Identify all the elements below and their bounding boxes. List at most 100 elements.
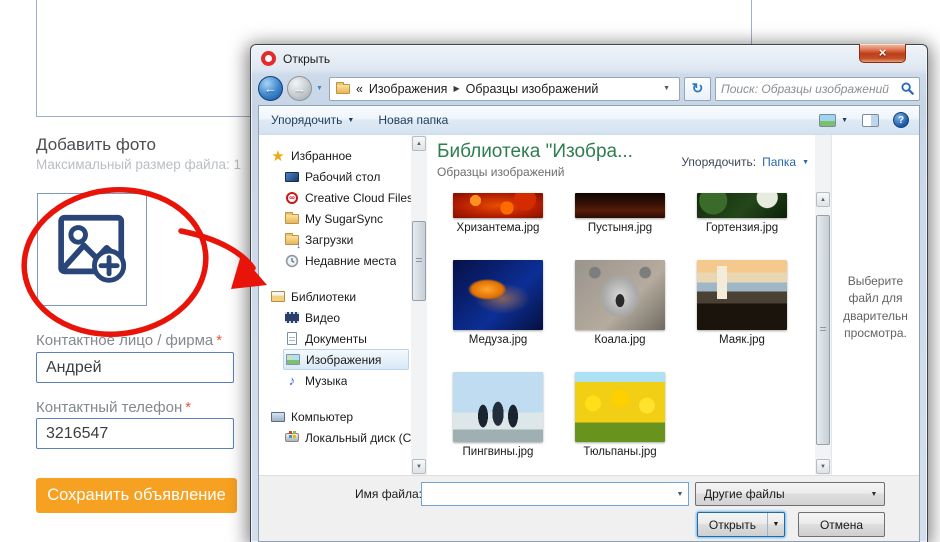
chevron-down-icon: ▼ xyxy=(773,521,780,528)
help-icon: ? xyxy=(898,115,904,126)
file-item[interactable]: Гортензия.jpg xyxy=(681,193,803,234)
filetype-dropdown[interactable]: Другие файлы ▼ xyxy=(695,482,885,506)
scroll-up-icon[interactable]: ▲ xyxy=(412,136,426,151)
filename-combobox[interactable]: ▼ xyxy=(421,482,689,506)
contact-phone-input[interactable] xyxy=(36,418,234,449)
new-folder-button[interactable]: Новая папка xyxy=(378,113,448,127)
cancel-button[interactable]: Отмена xyxy=(798,512,885,537)
chevron-down-icon: ▼ xyxy=(802,159,809,166)
sidebar-group-libraries[interactable]: Библиотеки xyxy=(269,286,411,307)
pictures-icon xyxy=(285,352,301,368)
downloads-icon: ↓ xyxy=(284,232,300,248)
forward-icon: → xyxy=(293,81,306,96)
photo-upload-dropzone[interactable] xyxy=(37,193,147,306)
sidebar-group-computer[interactable]: Компьютер xyxy=(269,406,411,427)
address-bar: ← → ▼ « Изображения ▶ Образцы изображени… xyxy=(251,72,927,105)
breadcrumb-root[interactable]: Изображения xyxy=(369,82,448,96)
file-list-area: Библиотека "Изобра... Образцы изображени… xyxy=(427,135,815,475)
thumbnail-hydrangea[interactable] xyxy=(697,193,787,218)
refresh-button[interactable]: ↻ xyxy=(684,77,711,101)
sidebar-scroll-track[interactable] xyxy=(412,151,426,459)
libraries-icon xyxy=(270,289,286,305)
max-file-size-note: Максимальный размер файла: 1 xyxy=(36,157,241,172)
file-scroll-track[interactable] xyxy=(816,207,830,459)
save-ad-button[interactable]: Сохранить объявление xyxy=(36,478,237,513)
open-button[interactable]: Открыть ▼ xyxy=(697,512,785,537)
file-item[interactable]: Тюльпаны.jpg xyxy=(559,372,681,458)
breadcrumb[interactable]: « Изображения ▶ Образцы изображений ▼ xyxy=(329,77,680,101)
creative-cloud-icon: ∞ xyxy=(284,190,300,206)
forward-button[interactable]: → xyxy=(287,76,312,101)
recent-places-icon xyxy=(284,253,300,269)
breadcrumb-dropdown-icon[interactable]: ▼ xyxy=(660,85,673,92)
sidebar-item-creative-cloud[interactable]: ∞ Creative Cloud Files xyxy=(283,187,411,208)
library-header: Библиотека "Изобра... Образцы изображени… xyxy=(437,141,815,189)
navigation-pane: ★ Избранное Рабочий стол ∞ Creative Clou… xyxy=(259,135,411,475)
file-scroll-thumb[interactable] xyxy=(816,215,830,445)
sidebar-item-desktop[interactable]: Рабочий стол xyxy=(283,166,411,187)
scroll-down-icon[interactable]: ▼ xyxy=(816,459,830,474)
organize-menu[interactable]: Упорядочить ▼ xyxy=(271,113,354,127)
scroll-up-icon[interactable]: ▲ xyxy=(816,192,830,207)
chevron-down-icon: ▼ xyxy=(347,117,354,124)
sidebar-item-videos[interactable]: Видео xyxy=(283,307,411,328)
file-item[interactable]: Медуза.jpg xyxy=(437,260,559,346)
search-input[interactable] xyxy=(721,82,901,96)
breadcrumb-current[interactable]: Образцы изображений xyxy=(466,82,599,96)
filename-label: Имя файла: xyxy=(355,487,415,501)
thumbnail-koala[interactable] xyxy=(575,260,665,330)
file-item[interactable]: Пустыня.jpg xyxy=(559,193,681,234)
scroll-down-icon[interactable]: ▼ xyxy=(412,459,426,474)
sidebar-group-favorites[interactable]: ★ Избранное xyxy=(269,145,411,166)
required-asterisk: * xyxy=(216,332,222,349)
sidebar-item-pictures[interactable]: Изображения xyxy=(283,349,409,370)
search-box[interactable] xyxy=(715,77,920,101)
help-button[interactable]: ? xyxy=(893,112,909,128)
thumbnail-desert[interactable] xyxy=(575,193,665,218)
search-icon[interactable] xyxy=(901,82,914,95)
file-item[interactable]: Пингвины.jpg xyxy=(437,372,559,458)
views-icon xyxy=(819,114,836,127)
command-bar: Упорядочить ▼ Новая папка ▼ ? xyxy=(259,106,919,135)
back-button[interactable]: ← xyxy=(258,76,283,101)
sidebar-item-local-disk[interactable]: Локальный диск (C xyxy=(283,427,411,448)
dialog-body: ★ Избранное Рабочий стол ∞ Creative Clou… xyxy=(259,135,919,475)
sidebar-item-downloads[interactable]: ↓ Загрузки xyxy=(283,229,411,250)
views-button[interactable]: ▼ xyxy=(819,114,848,127)
sidebar-scroll-thumb[interactable] xyxy=(412,221,426,301)
chevron-right-icon: ▶ xyxy=(453,84,459,93)
chevron-down-icon[interactable]: ▼ xyxy=(672,491,688,498)
dialog-title: Открыть xyxy=(283,52,330,66)
sidebar-item-recent-places[interactable]: Недавние места xyxy=(283,250,411,271)
sidebar-item-music[interactable]: ♪ Музыка xyxy=(283,370,411,391)
thumbnail-jellyfish[interactable] xyxy=(453,260,543,330)
preview-pane: Выберите файл для дварительн просмотра. xyxy=(831,135,919,475)
back-icon: ← xyxy=(264,81,277,96)
view-controls: ▼ ? xyxy=(819,112,909,128)
file-item[interactable]: Маяк.jpg xyxy=(681,260,803,346)
recent-pages-dropdown[interactable]: ▼ xyxy=(316,85,323,92)
contact-name-input[interactable] xyxy=(36,352,234,383)
thumbnail-tulips[interactable] xyxy=(575,372,665,442)
thumbnail-penguins[interactable] xyxy=(453,372,543,442)
arrange-by-dropdown[interactable]: Папка xyxy=(762,155,796,169)
open-file-dialog: Открыть × ← → ▼ « Изображения ▶ Образцы … xyxy=(250,44,928,542)
dialog-content: Упорядочить ▼ Новая папка ▼ ? xyxy=(258,105,920,542)
thumbnail-lighthouse[interactable] xyxy=(697,260,787,330)
thumbnail-chrysanthemum[interactable] xyxy=(453,193,543,218)
file-item[interactable]: Коала.jpg xyxy=(559,260,681,346)
breadcrumb-collapsed[interactable]: « xyxy=(356,82,363,96)
file-list-scrollbar[interactable]: ▲ ▼ xyxy=(815,135,831,475)
dialog-titlebar[interactable]: Открыть × xyxy=(251,45,927,72)
sidebar-item-sugarsync[interactable]: My SugarSync xyxy=(283,208,411,229)
chevron-down-icon: ▼ xyxy=(866,491,882,498)
sidebar-scrollbar[interactable]: ▲ ▼ xyxy=(411,135,427,475)
sidebar-item-documents[interactable]: Документы xyxy=(283,328,411,349)
desktop-icon xyxy=(284,169,300,185)
file-item[interactable]: Хризантема.jpg xyxy=(437,193,559,234)
open-split-dropdown[interactable]: ▼ xyxy=(767,513,784,536)
library-subtitle: Образцы изображений xyxy=(437,165,633,179)
filename-input[interactable] xyxy=(422,483,672,505)
preview-pane-toggle-icon[interactable] xyxy=(862,114,879,127)
close-button[interactable]: × xyxy=(859,44,906,63)
